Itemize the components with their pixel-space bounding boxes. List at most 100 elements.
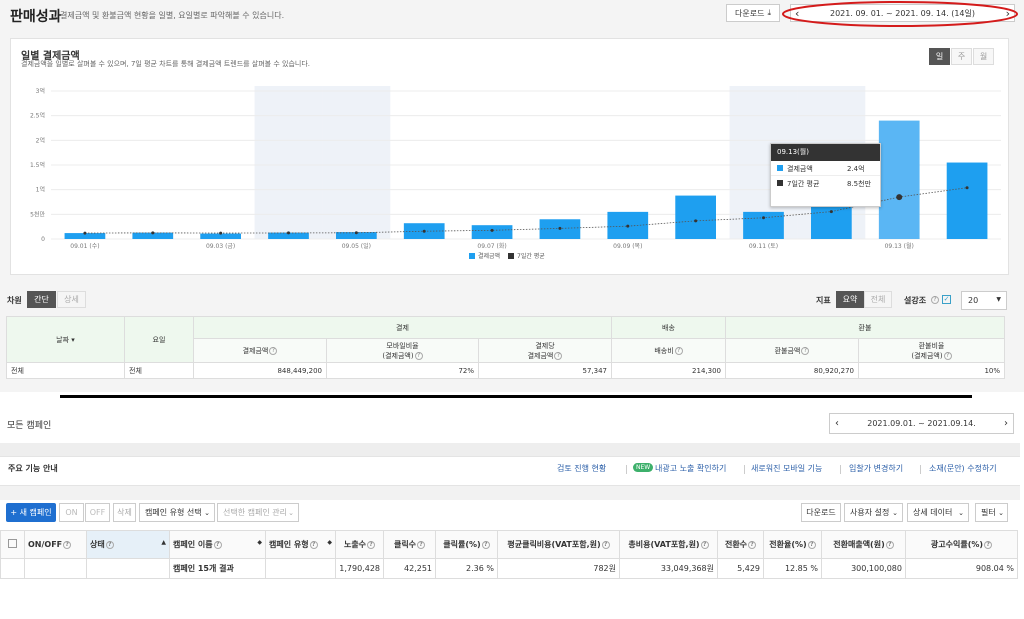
x-tick-label: 09.09 (목) (613, 243, 642, 250)
campaign-type-select[interactable]: 캠페인 유형 선택 ⌄ (139, 503, 215, 522)
weekend-band (254, 86, 323, 239)
delete-button[interactable]: 삭제 (113, 503, 136, 522)
daily-payment-card: 일별 결제금액 결제금액을 일별로 살펴볼 수 있으며, 7일 평균 차트를 통… (10, 38, 1009, 275)
user-settings-select[interactable]: 사용자 설정 ⌄ (844, 503, 903, 522)
tooltip-row2-label: 7일간 평균 (787, 180, 820, 188)
bar (743, 211, 784, 239)
sub-header-delivery-fee: 배송비? (611, 338, 726, 363)
col-clicks[interactable]: 클릭수? (383, 530, 436, 559)
detail-data-select[interactable]: 상세 데이터 ⌄ (907, 503, 969, 522)
prev-period-icon[interactable]: ‹ (835, 418, 839, 429)
x-tick-label: 09.07 (화) (477, 243, 506, 250)
col-conversion-revenue[interactable]: 전환매출액(원)? (821, 530, 906, 559)
col-campaign-type[interactable]: 캠페인 유형? ◆ (265, 530, 336, 559)
col-conversions[interactable]: 전환수? (717, 530, 764, 559)
avg-point (896, 194, 903, 201)
cell-impressions: 1,790,428 (335, 558, 384, 579)
col-roas[interactable]: 광고수익률(%)? (905, 530, 1018, 559)
avg-point (829, 210, 833, 214)
cell-conversion-rate: 12.85 % (763, 558, 822, 579)
cell-onoff (24, 558, 87, 579)
link-mobile-features[interactable]: 새로워진 모바일 기능 (751, 463, 822, 474)
avg-point (287, 231, 290, 235)
on-button[interactable]: ON (59, 503, 84, 522)
col-campaign-name[interactable]: 캠페인 이름? ◆ (169, 530, 266, 559)
separator (744, 465, 745, 474)
user-settings-label: 사용자 설정 (850, 508, 890, 517)
sub-header-refund-ratio: 환불비율 (결제금액)? (858, 338, 1005, 363)
y-tick-label: 1억 (36, 186, 45, 194)
cell-avg-cpc: 782원 (497, 558, 620, 579)
cell-refund-ratio: 10% (858, 362, 1005, 379)
index-summary-button[interactable]: 요약 (836, 291, 864, 308)
group-header-payment: 결제 (193, 316, 612, 339)
summary-table: 날짜 ▾ 요일 결제 배송 환불 결제금액? 모바일비율 (결제금액)? 결제당… (6, 316, 1005, 379)
section-gap (0, 486, 1020, 500)
feature-guide-label: 주요 기능 안내 (8, 464, 58, 473)
col-date-header[interactable]: 날짜 ▾ (6, 316, 125, 363)
avg-point (151, 231, 155, 235)
cell-refund-amount: 80,920,270 (725, 362, 859, 379)
view-simple-button[interactable]: 간단 (27, 291, 56, 308)
x-tick-label: 09.11 (토) (749, 243, 778, 250)
cell-mobile-ratio: 72% (326, 362, 479, 379)
y-tick-label: 5천만 (30, 210, 45, 218)
x-tick-label: 09.03 (금) (206, 243, 235, 250)
filter-select[interactable]: 필터 ⌄ (975, 503, 1008, 522)
avg-point (965, 186, 969, 190)
cell-conversion-revenue: 300,100,080 (821, 558, 906, 579)
download-label: 다운로드 (735, 8, 765, 18)
campaign-date-picker[interactable]: ‹ 2021.09.01. ~ 2021.09.14. › (829, 413, 1014, 434)
link-change-bid[interactable]: 입찰가 변경하기 (849, 463, 903, 474)
view-detail-button[interactable]: 상세 (57, 291, 86, 308)
chart-view-label: 차원 (7, 296, 22, 305)
download-icon: ⤓ (767, 8, 771, 17)
segment-month[interactable]: 월 (973, 48, 994, 65)
highlight-checkbox-icon[interactable]: ✓ (942, 295, 951, 304)
col-avg-cpc[interactable]: 평균클릭비용(VAT포함,원)? (497, 530, 620, 559)
x-tick-label: 09.13 (월) (885, 242, 914, 250)
sales-performance-section: 판매성과 결제금액 및 환불금액 현황을 일별, 요일별로 파악해볼 수 있습니… (0, 0, 1024, 392)
sub-header-per-payment: 결제당 결제금액? (478, 338, 612, 363)
campaign-manage-select[interactable]: 선택한 캠페인 관리 ⌄ (217, 503, 299, 522)
link-edit-creative[interactable]: 소재(문안) 수정하기 (929, 463, 997, 474)
chevron-down-icon: ⌄ (998, 508, 1004, 517)
index-all-button[interactable]: 전체 (864, 291, 892, 308)
cell-date: 전체 (6, 362, 125, 379)
col-total-cost[interactable]: 총비용(VAT포함,원)? (619, 530, 718, 559)
group-header-delivery: 배송 (611, 316, 726, 339)
page-size-select[interactable]: 20 ▼ (961, 291, 1007, 310)
new-campaign-button[interactable]: + 새 캠페인 (6, 503, 56, 522)
col-ctr[interactable]: 클릭률(%)? (435, 530, 498, 559)
campaign-manage-label: 선택한 캠페인 관리 (223, 508, 287, 517)
tooltip-row1-label: 결제금액 (787, 165, 813, 173)
col-onoff[interactable]: ON/OFF? (24, 530, 87, 559)
col-conversion-rate[interactable]: 전환율(%)? (763, 530, 822, 559)
next-period-icon[interactable]: › (1004, 418, 1008, 429)
sub-header-mobile-ratio: 모바일비율 (결제금액)? (326, 338, 479, 363)
link-ad-exposure[interactable]: 내광고 노출 확인하기 (655, 463, 726, 474)
legend-label-line: 7일간 평균 (517, 252, 545, 260)
chevron-down-icon: ⌄ (204, 508, 210, 517)
help-icon[interactable]: ? (931, 296, 939, 304)
highlight-label: 설강조 (904, 296, 927, 305)
avg-point (83, 231, 87, 235)
segment-week[interactable]: 주 (951, 48, 972, 65)
cell-conversions: 5,429 (717, 558, 764, 579)
campaign-table: ON/OFF? 상태? ▲ 캠페인 이름? ◆ 캠페인 유형? ◆ 노출수? 클릭수?… (0, 530, 1018, 579)
select-all-checkbox[interactable] (0, 530, 25, 559)
download-button[interactable]: 다운로드 ⤓ (726, 4, 780, 22)
col-status[interactable]: 상태? ▲ (86, 530, 170, 559)
y-tick-label: 3억 (36, 87, 45, 95)
segment-day[interactable]: 일 (929, 48, 950, 65)
link-review-status[interactable]: 검토 진행 현황 (557, 463, 606, 474)
col-weekday-header: 요일 (124, 316, 194, 363)
off-button[interactable]: OFF (85, 503, 110, 522)
page-title: 판매성과 (10, 9, 62, 25)
avg-point (490, 228, 494, 232)
col-impressions[interactable]: 노출수? (335, 530, 384, 559)
bar (946, 162, 988, 239)
legend-swatch-bar (469, 253, 475, 259)
campaign-download-button[interactable]: 다운로드 (801, 503, 841, 522)
separator (626, 465, 627, 474)
